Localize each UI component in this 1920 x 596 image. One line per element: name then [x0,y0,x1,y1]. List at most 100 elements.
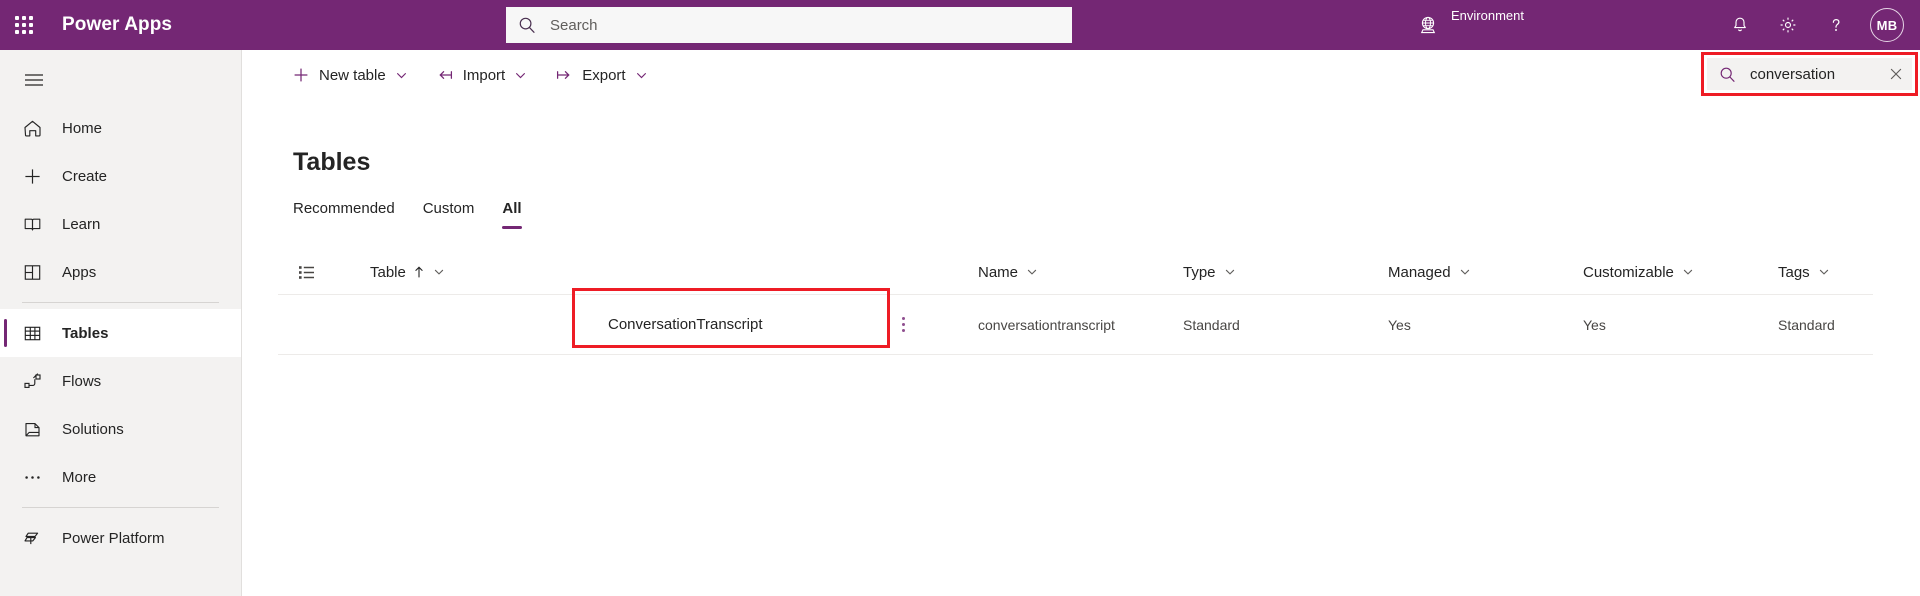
import-label: Import [462,66,506,84]
page-title: Tables [293,148,371,176]
cell-type: Standard [1183,295,1240,354]
cell-managed: Yes [1388,295,1411,354]
chevron-down-icon[interactable] [1026,266,1038,278]
search-icon [518,16,536,34]
app-brand-title[interactable]: Power Apps [62,14,172,36]
sidebar-item-label: More [62,468,97,486]
chevron-down-icon[interactable] [1459,266,1471,278]
main-content: Tables Recommended Custom All Table Name… [242,100,1920,596]
question-icon[interactable] [1814,3,1858,47]
cell-value: Standard [1183,316,1240,333]
avatar[interactable]: MB [1870,8,1904,42]
column-header-managed[interactable]: Managed [1388,250,1471,294]
bell-icon[interactable] [1718,3,1762,47]
environment-picker[interactable]: Environment [1415,0,1524,50]
pivot-tabs: Recommended Custom All [293,200,536,229]
hamburger-icon[interactable] [10,56,58,104]
apps-icon [22,262,48,283]
cell-value: ConversationTranscript [608,316,763,333]
gear-icon[interactable] [1766,3,1810,47]
sidebar-item-label: Home [62,119,103,137]
tab-label: Recommended [293,200,395,217]
global-search-box[interactable] [506,7,1072,43]
waffle-icon[interactable] [0,0,48,50]
column-header-name[interactable]: Name [978,250,1038,294]
cell-value: Yes [1583,316,1606,333]
column-header-table[interactable]: Table [370,250,445,294]
cell-tags: Standard [1778,295,1835,354]
chevron-down-icon[interactable] [635,69,648,82]
sidebar-item-label: Flows [62,372,102,390]
avatar-initials: MB [1876,17,1898,33]
table-search-input[interactable] [1748,64,1882,84]
cell-table-name[interactable]: ConversationTranscript [608,295,763,354]
sidebar-item-label: Tables [62,324,109,342]
tab-all[interactable]: All [488,200,535,229]
suite-actions: MB [1718,0,1904,50]
import-arrow-icon [436,66,454,84]
new-table-button[interactable]: New table [282,55,418,95]
chevron-down-icon[interactable] [395,69,408,82]
column-header-label: Table [370,263,406,281]
column-header-customizable[interactable]: Customizable [1583,250,1694,294]
cell-logical-name: conversationtranscript [978,295,1115,354]
home-icon [22,118,48,139]
column-header-label: Customizable [1583,263,1674,281]
table-icon [22,323,48,344]
chevron-down-icon[interactable] [1818,266,1830,278]
list-view-icon[interactable] [298,250,315,294]
column-header-tags[interactable]: Tags [1778,250,1830,294]
book-icon [22,214,48,235]
more-vertical-icon[interactable] [902,295,905,354]
search-icon [1719,66,1736,83]
export-button[interactable]: Export [545,55,657,95]
sidebar-item-home[interactable]: Home [0,104,241,152]
waffle-grid [15,16,33,34]
tab-label: Custom [422,200,475,217]
chevron-down-icon[interactable] [433,266,445,278]
import-button[interactable]: Import [426,55,538,95]
close-icon[interactable] [1882,66,1904,82]
chevron-down-icon[interactable] [1682,266,1694,278]
chevron-down-icon[interactable] [1224,266,1236,278]
table-search-box[interactable] [1707,58,1912,90]
sidebar-item-create[interactable]: Create [0,152,241,200]
plus-icon [22,166,48,187]
table-row[interactable]: ConversationTranscript conversationtrans… [278,288,1873,355]
sidebar-item-label: Power Platform [62,529,165,547]
column-header-label: Tags [1778,263,1810,281]
export-arrow-icon [555,66,573,84]
solutions-icon [22,419,48,440]
sidebar-item-learn[interactable]: Learn [0,200,241,248]
cell-value: Standard [1778,316,1835,333]
sidebar-item-label: Create [62,167,108,185]
cell-customizable: Yes [1583,295,1606,354]
tab-recommended[interactable]: Recommended [293,200,409,229]
column-header-label: Managed [1388,263,1451,281]
flow-icon [22,371,48,392]
sidebar-item-apps[interactable]: Apps [0,248,241,296]
left-navigation: Home Create Learn Apps Tables Flows Solu… [0,50,242,596]
sidebar-item-solutions[interactable]: Solutions [0,405,241,453]
export-label: Export [582,66,626,84]
tab-custom[interactable]: Custom [409,200,489,229]
sidebar-item-tables[interactable]: Tables [0,309,241,357]
sidebar-item-label: Solutions [62,420,124,438]
column-header-type[interactable]: Type [1183,250,1236,294]
chevron-down-icon[interactable] [514,69,527,82]
overflow-dots [902,317,905,332]
sidebar-item-more[interactable]: More [0,453,241,501]
sidebar-item-flows[interactable]: Flows [0,357,241,405]
new-table-label: New table [319,66,386,84]
arrow-up-icon [413,265,425,279]
global-search-input[interactable] [548,15,1060,35]
grid-header-row: Table Name Type Managed Customizable Tag… [278,250,1873,295]
suite-header: Power Apps Environment [0,0,1920,50]
sidebar-item-label: Learn [62,215,101,233]
environment-label: Environment [1451,7,1524,23]
tab-label: All [502,200,522,217]
sidebar-divider-top [22,302,219,303]
sidebar-item-power-platform[interactable]: Power Platform [0,514,241,562]
column-header-label: Name [978,263,1019,281]
column-header-label: Type [1183,263,1216,281]
